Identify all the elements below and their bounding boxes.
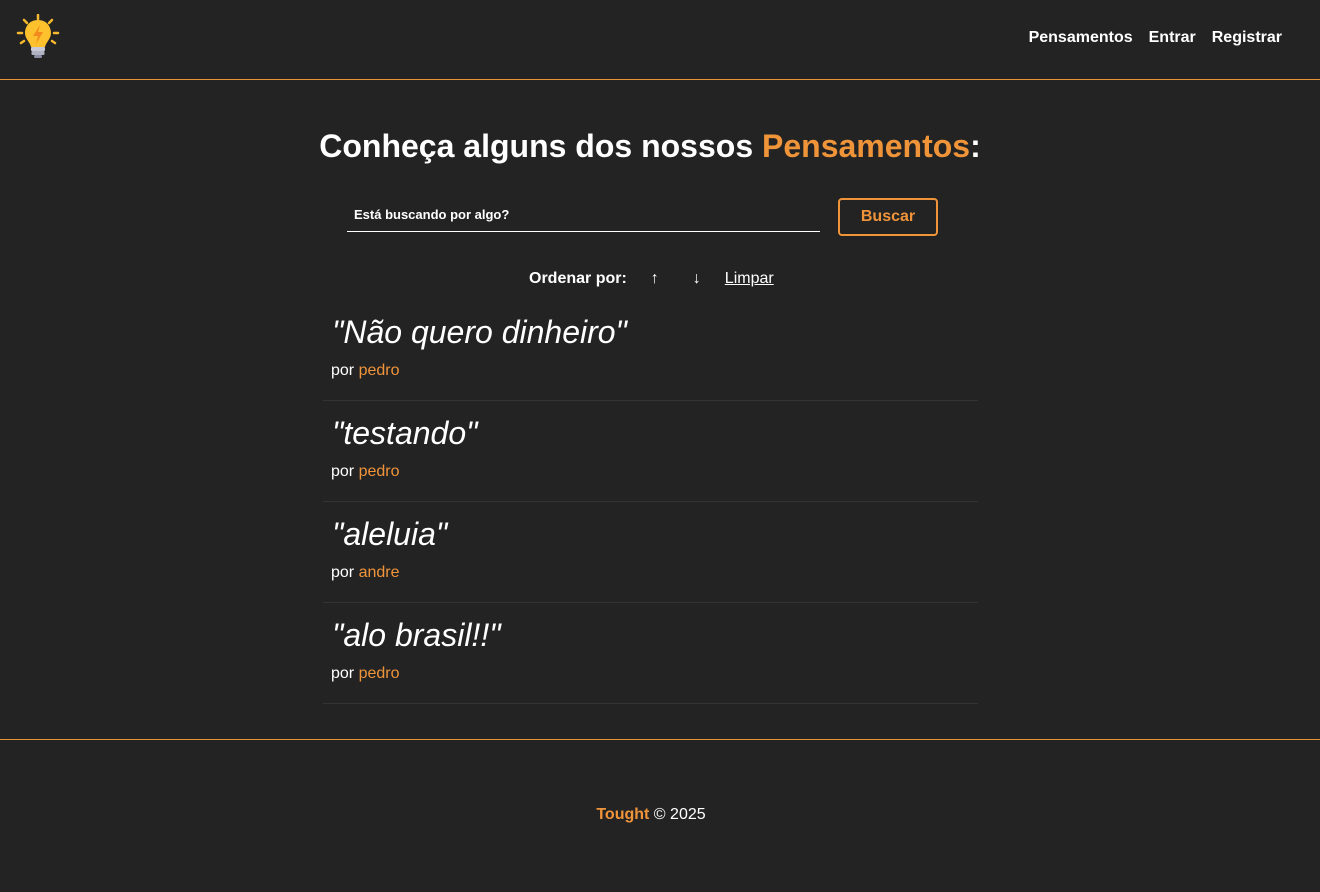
footer-copyright-text: © 2025 <box>649 806 706 823</box>
thought-author-name: pedro <box>358 665 400 682</box>
page-title-prefix: Conheça alguns dos nossos <box>319 128 762 164</box>
thought-item: "aleluia" por andre <box>323 502 978 603</box>
thought-author: por andre <box>331 564 400 582</box>
thought-text: "Não quero dinheiro" <box>332 314 627 350</box>
page-title-suffix: : <box>970 128 981 164</box>
nav-link-entrar[interactable]: Entrar <box>1149 29 1196 47</box>
sort-descending-icon[interactable]: ↓ <box>683 270 711 288</box>
thought-author-name: pedro <box>358 362 400 379</box>
thought-item: "Não quero dinheiro" por pedro <box>323 300 978 401</box>
thought-author: por pedro <box>331 665 400 683</box>
navbar: Pensamentos Entrar Registrar <box>0 0 1320 80</box>
thought-author: por pedro <box>331 362 400 380</box>
nav-link-registrar[interactable]: Registrar <box>1212 29 1282 47</box>
nav-links: Pensamentos Entrar Registrar <box>1013 29 1282 47</box>
clear-order-link[interactable]: Limpar <box>725 270 774 288</box>
thought-author-prefix: por <box>331 463 359 480</box>
main-content: Conheça alguns dos nossos Pensamentos: B… <box>0 80 1320 740</box>
footer-copyright: Tought © 2025 <box>0 806 1302 824</box>
thought-author: por pedro <box>331 463 400 481</box>
search-input[interactable] <box>347 197 820 232</box>
thought-item: "testando" por pedro <box>323 401 978 502</box>
thought-text: "alo brasil!!" <box>332 617 501 653</box>
thought-text: "testando" <box>332 415 478 451</box>
order-controls: Ordenar por: ↑ ↓ Limpar <box>529 270 774 288</box>
lightbulb-icon[interactable] <box>16 13 60 60</box>
thought-text: "aleluia" <box>332 516 448 552</box>
thoughts-list: "Não quero dinheiro" por pedro "testando… <box>323 300 978 704</box>
order-label: Ordenar por: <box>529 270 627 287</box>
thought-author-prefix: por <box>331 665 359 682</box>
search-form: Buscar <box>347 197 938 237</box>
thought-item: "alo brasil!!" por pedro <box>323 603 978 704</box>
page-title: Conheça alguns dos nossos Pensamentos: <box>0 128 1300 165</box>
page-title-accent: Pensamentos <box>762 128 971 164</box>
footer: Tought © 2025 <box>0 740 1320 891</box>
thought-author-prefix: por <box>331 564 359 581</box>
thought-author-name: pedro <box>358 463 400 480</box>
nav-link-pensamentos[interactable]: Pensamentos <box>1029 29 1133 47</box>
footer-brand: Tought <box>596 806 650 823</box>
search-button[interactable]: Buscar <box>838 198 938 236</box>
thought-author-name: andre <box>358 564 400 581</box>
sort-ascending-icon[interactable]: ↑ <box>641 270 669 288</box>
thought-author-prefix: por <box>331 362 359 379</box>
